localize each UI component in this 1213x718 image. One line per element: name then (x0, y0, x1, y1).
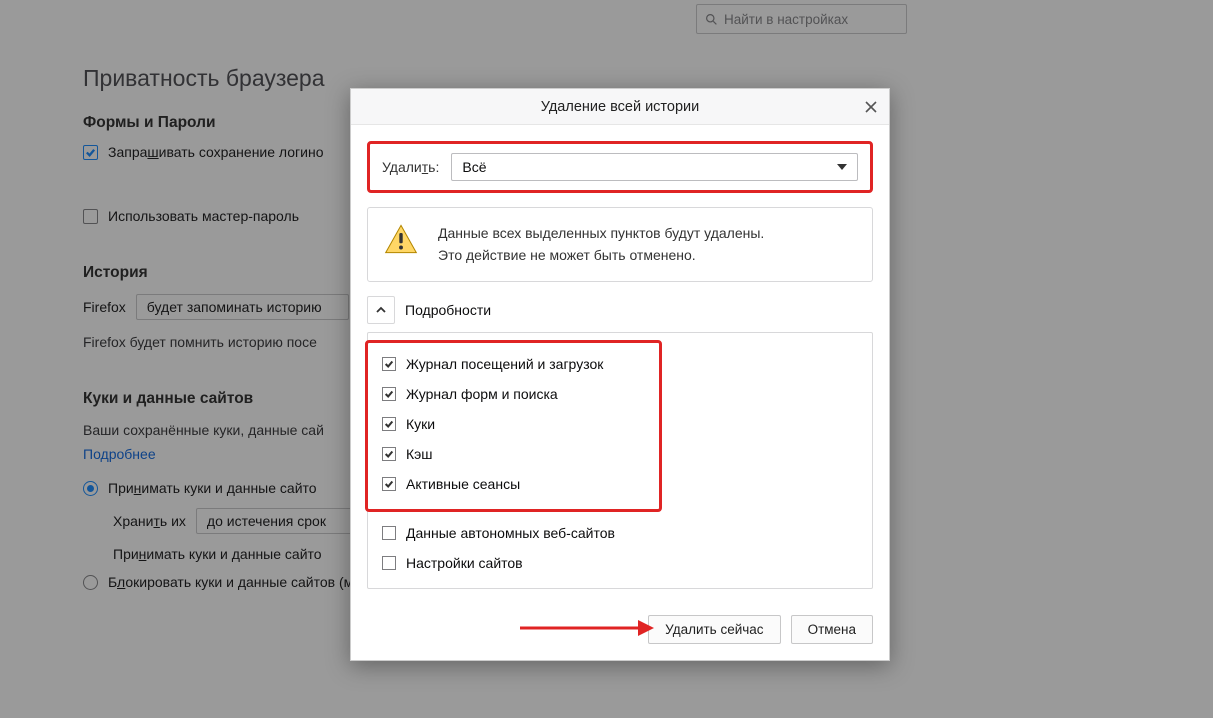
item-sessions-checkbox[interactable] (382, 477, 396, 491)
details-label: Подробности (405, 302, 491, 318)
warning-box: Данные всех выделенных пунктов будут уда… (367, 207, 873, 282)
dialog-header: Удаление всей истории (351, 89, 889, 125)
dialog-title: Удаление всей истории (541, 99, 699, 115)
item-forms-checkbox[interactable] (382, 387, 396, 401)
cancel-button[interactable]: Отмена (791, 615, 873, 644)
delete-now-button[interactable]: Удалить сейчас (648, 615, 780, 644)
item-forms-label: Журнал форм и поиска (406, 386, 558, 402)
item-cache-checkbox[interactable] (382, 447, 396, 461)
details-panel: Журнал посещений и загрузок Журнал форм … (367, 332, 873, 589)
time-range-select[interactable]: Всё (451, 153, 858, 181)
time-range-value: Всё (462, 159, 486, 175)
warning-icon (384, 222, 418, 256)
warning-line1: Данные всех выделенных пунктов будут уда… (438, 222, 764, 244)
highlighted-items: Журнал посещений и загрузок Журнал форм … (365, 340, 662, 512)
clear-history-dialog: Удаление всей истории Удалить: Всё Данны… (350, 88, 890, 661)
item-offline-label: Данные автономных веб-сайтов (406, 525, 615, 541)
item-cache-label: Кэш (406, 446, 433, 462)
warning-line2: Это действие не может быть отменено. (438, 244, 764, 266)
item-cookies-checkbox[interactable] (382, 417, 396, 431)
time-range-label: Удалить: (382, 159, 439, 175)
item-site-settings-label: Настройки сайтов (406, 555, 523, 571)
close-icon[interactable] (859, 95, 883, 119)
chevron-up-icon (375, 304, 387, 316)
item-site-settings-checkbox[interactable] (382, 556, 396, 570)
details-toggle[interactable] (367, 296, 395, 324)
item-sessions-label: Активные сеансы (406, 476, 520, 492)
item-browsing-checkbox[interactable] (382, 357, 396, 371)
time-range-row: Удалить: Всё (367, 141, 873, 193)
chevron-down-icon (837, 164, 847, 170)
item-offline-checkbox[interactable] (382, 526, 396, 540)
item-browsing-label: Журнал посещений и загрузок (406, 356, 603, 372)
item-cookies-label: Куки (406, 416, 435, 432)
